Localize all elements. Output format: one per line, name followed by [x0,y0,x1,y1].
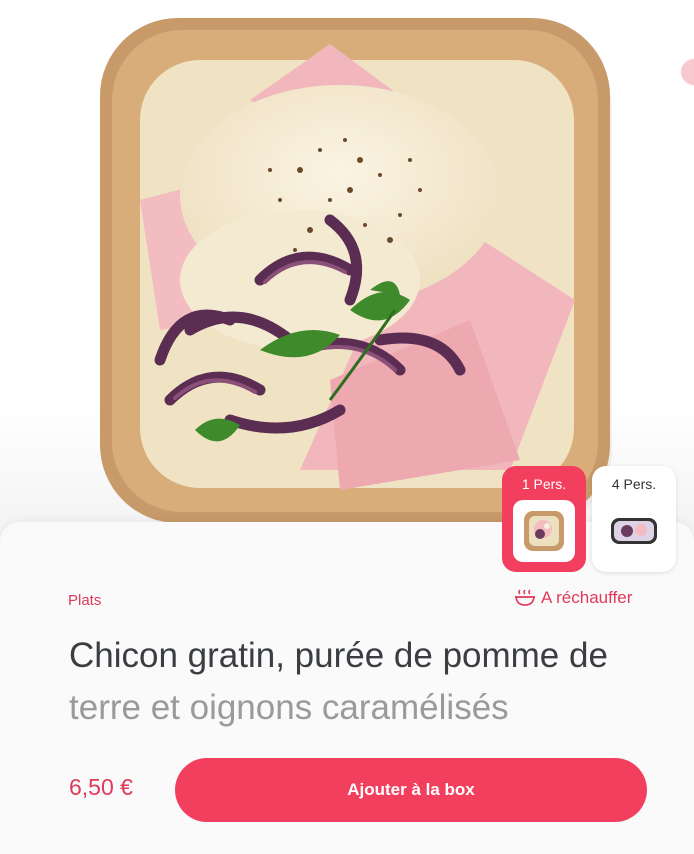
product-price: 6,50 € [69,774,133,800]
product-photo [0,0,694,560]
reheat-badge: A réchauffer [514,588,632,608]
steaming-bowl-icon [515,589,535,606]
add-to-box-button[interactable]: Ajouter à la box [175,758,647,822]
variant-label: 4 Pers. [611,476,657,492]
product-title: Chicon gratin, purée de pomme de terre et… [69,630,669,734]
variant-thumbnail [513,500,575,562]
reheat-label: A réchauffer [541,588,633,607]
title-line-2: terre et oignons caramélisés [69,688,509,727]
variant-4-persons[interactable]: 4 Pers. [592,466,676,572]
variant-label: 1 Pers. [521,476,567,492]
gratin-dish-illustration [100,18,612,530]
category-label: Plats [68,592,102,609]
variant-thumbnail [603,500,665,562]
variant-1-person[interactable]: 1 Pers. [502,466,586,572]
title-line-1: Chicon gratin, purée de pomme de [69,636,608,675]
